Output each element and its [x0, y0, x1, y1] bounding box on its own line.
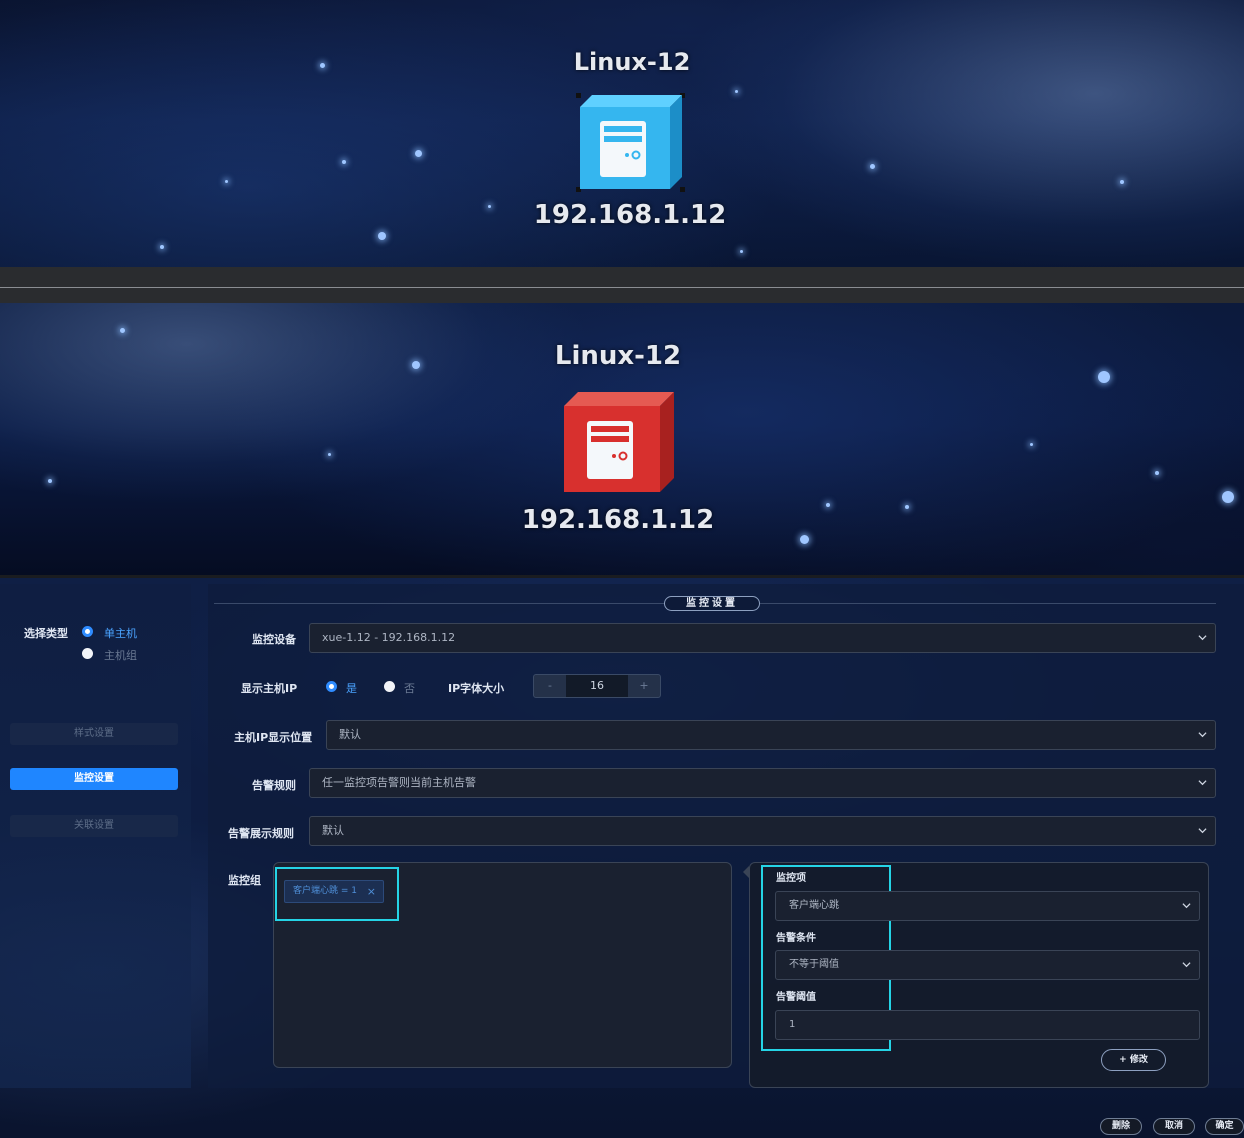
alarm-rule-select[interactable]: 任一监控项告警则当前主机告警 [309, 768, 1216, 798]
alarm-rule-label: 告警规则 [252, 779, 296, 792]
alarm-condition-value: 不等于阈值 [789, 959, 839, 970]
confirm-button[interactable]: 确定 [1205, 1118, 1244, 1135]
alarm-condition-label: 告警条件 [776, 933, 816, 944]
alarm-display-select[interactable]: 默认 [309, 816, 1216, 846]
increment-button[interactable]: + [628, 675, 660, 697]
server-icon[interactable] [576, 93, 686, 193]
alarm-rule-value: 任一监控项告警则当前主机告警 [322, 776, 476, 789]
preview-alarm-canvas: Linux-12 192.168.1.12 [0, 303, 1244, 575]
tab-monitor-settings[interactable]: 监控设置 [10, 768, 178, 790]
ip-font-size-value[interactable]: 16 [566, 675, 628, 697]
chevron-down-icon [1198, 828, 1207, 834]
radio-host-group[interactable] [82, 648, 93, 659]
device-label: 监控设备 [252, 633, 296, 646]
chevron-down-icon [1198, 780, 1207, 786]
radio-show-ip-yes-label[interactable]: 是 [346, 680, 357, 696]
radio-host-group-label[interactable]: 主机组 [104, 647, 137, 663]
radio-show-ip-no[interactable] [384, 681, 395, 692]
alarm-threshold-label: 告警阈值 [776, 992, 816, 1003]
server-icon[interactable] [562, 390, 676, 494]
ip-font-size-stepper[interactable]: - 16 + [533, 674, 661, 698]
chevron-down-icon [1198, 732, 1207, 738]
radio-show-ip-no-label[interactable]: 否 [404, 680, 415, 696]
monitor-item-label: 监控项 [776, 873, 806, 884]
tag-label: 客户端心跳 = 1 [293, 886, 357, 896]
ip-font-size-label: IP字体大小 [448, 682, 505, 695]
tab-link-settings[interactable]: 关联设置 [10, 815, 178, 837]
radio-single-host[interactable] [82, 626, 93, 637]
modify-button[interactable]: + 修改 [1101, 1049, 1166, 1071]
preview-normal-canvas: Linux-12 192.168.1.12 [0, 0, 1244, 267]
radio-single-host-label[interactable]: 单主机 [104, 625, 137, 641]
node-ip: 192.168.1.12 [533, 200, 727, 230]
cancel-button[interactable]: 取消 [1153, 1118, 1195, 1135]
select-type-label: 选择类型 [24, 627, 68, 640]
alarm-display-label: 告警展示规则 [228, 827, 294, 840]
chevron-down-icon [1182, 962, 1191, 968]
delete-button[interactable]: 删除 [1100, 1118, 1142, 1135]
monitor-item-select[interactable]: 客户端心跳 [775, 891, 1200, 921]
close-icon[interactable]: × [367, 881, 376, 902]
node-name: Linux-12 [573, 48, 691, 76]
divider-line [0, 287, 1244, 288]
ip-position-label: 主机IP显示位置 [234, 731, 313, 744]
show-ip-label: 显示主机IP [241, 682, 298, 695]
monitor-group-label: 监控组 [228, 874, 261, 887]
node-name: Linux-12 [554, 341, 682, 371]
chevron-down-icon [1182, 903, 1191, 909]
monitor-item-value: 客户端心跳 [789, 900, 839, 911]
chevron-down-icon [1198, 635, 1207, 641]
decrement-button[interactable]: - [534, 675, 566, 697]
radio-show-ip-yes[interactable] [326, 681, 337, 692]
node-ip: 192.168.1.12 [521, 505, 715, 535]
ip-position-select[interactable]: 默认 [326, 720, 1216, 750]
monitor-group-tag[interactable]: 客户端心跳 = 1 × [284, 880, 384, 903]
section-title: 监控设置 [664, 596, 760, 611]
device-value: xue-1.12 - 192.168.1.12 [322, 631, 456, 644]
tab-style-settings[interactable]: 样式设置 [10, 723, 178, 745]
alarm-display-value: 默认 [322, 824, 344, 837]
divider [0, 267, 1244, 303]
ip-position-value: 默认 [339, 728, 361, 741]
alarm-threshold-input[interactable]: 1 [775, 1010, 1200, 1040]
alarm-condition-select[interactable]: 不等于阈值 [775, 950, 1200, 980]
device-select[interactable]: xue-1.12 - 192.168.1.12 [309, 623, 1216, 653]
